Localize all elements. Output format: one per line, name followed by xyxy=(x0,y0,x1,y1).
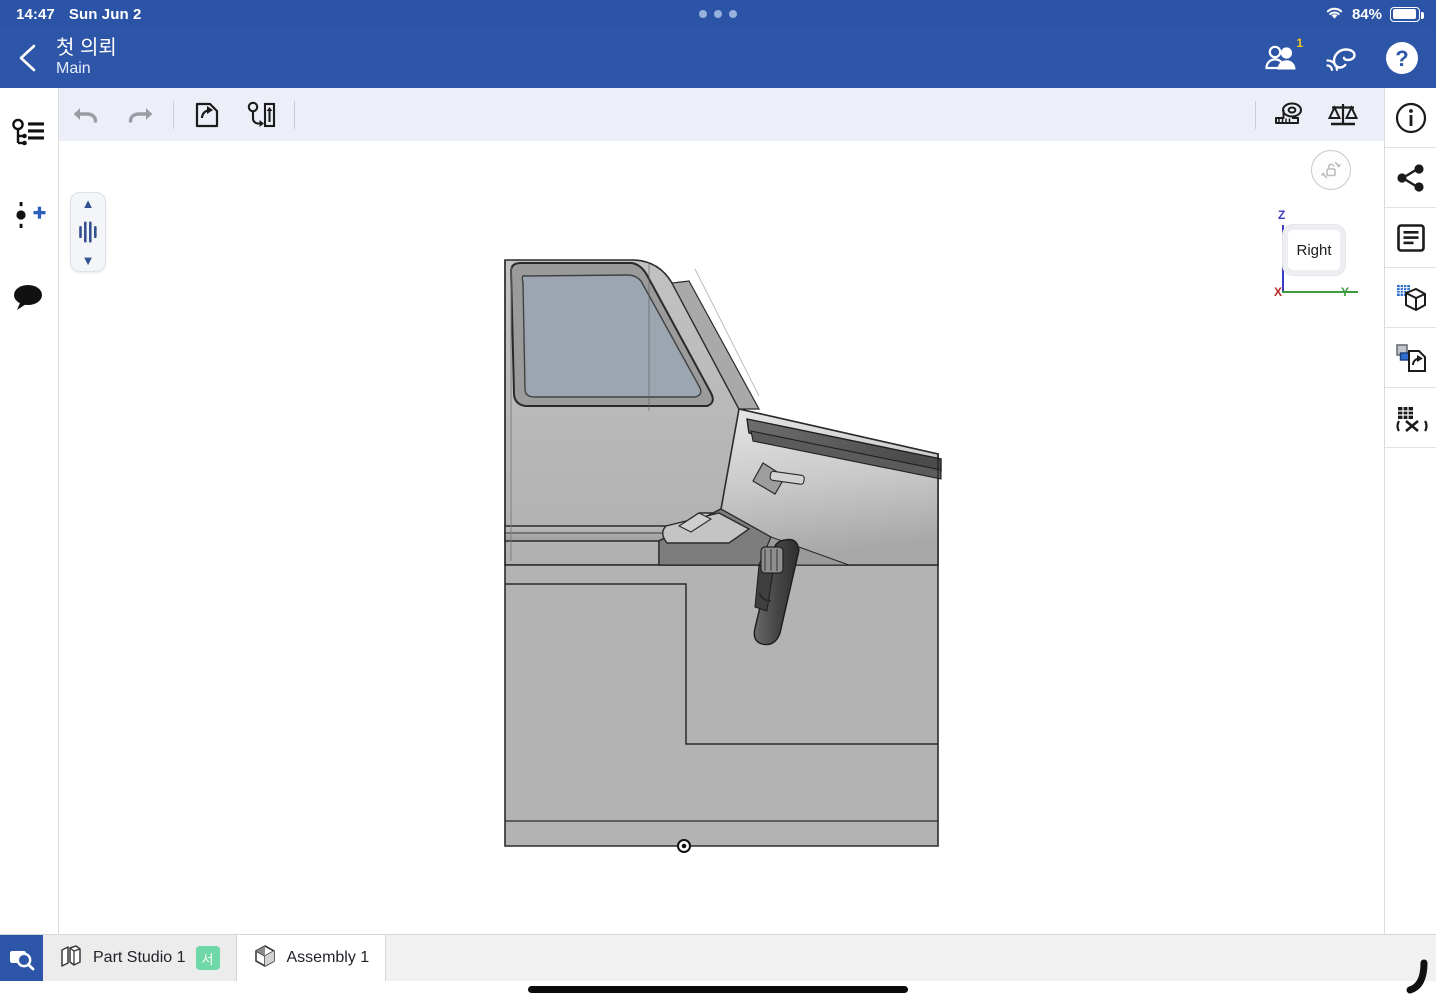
battery-percent-label: 84% xyxy=(1351,5,1382,23)
status-bar-left: 14:47 Sun Jun 2 xyxy=(0,6,141,23)
right-panel-rail xyxy=(1384,88,1436,934)
wifi-icon xyxy=(1325,5,1344,24)
tab-part-studio-1[interactable]: Part Studio 1 서 xyxy=(43,935,237,981)
document-header: 첫 의뢰 Main 1 ? xyxy=(0,28,1436,88)
back-button[interactable] xyxy=(0,28,56,88)
toolbar-divider xyxy=(294,100,295,129)
vehicle-cab-assembly[interactable] xyxy=(59,141,1384,934)
battery-icon xyxy=(1390,6,1424,22)
redo-icon xyxy=(128,107,152,123)
left-tool-rail xyxy=(0,88,59,934)
bottom-tab-bar: Part Studio 1 서 Assembly 1 xyxy=(0,934,1436,981)
sidebar-item-add-mate[interactable] xyxy=(5,192,53,238)
ios-status-bar: 14:47 Sun Jun 2 84% xyxy=(0,0,1436,28)
transform-button[interactable] xyxy=(234,88,288,141)
svg-text:?: ? xyxy=(1395,46,1408,71)
ime-language-badge: 서 xyxy=(195,946,220,970)
document-title: 첫 의뢰 xyxy=(56,37,117,60)
header-actions: 1 ? xyxy=(1262,36,1422,78)
multitasking-dot xyxy=(699,10,707,18)
share-icon xyxy=(1396,163,1424,192)
status-bar-right: 84% xyxy=(1325,5,1424,24)
export-copy-icon xyxy=(1395,343,1426,372)
multitasking-dots[interactable] xyxy=(699,10,737,18)
workspace-name: Main xyxy=(56,60,91,78)
assembly-cube-icon xyxy=(253,944,277,973)
help-icon: ? xyxy=(1386,42,1418,74)
status-bar-date: Sun Jun 2 xyxy=(68,5,142,23)
tab-label: Part Studio 1 xyxy=(93,949,186,966)
add-mate-icon xyxy=(16,202,46,228)
toolbar-right-group xyxy=(1249,88,1370,141)
back-chevron-icon xyxy=(19,44,36,72)
collaborators-badge: 1 xyxy=(1296,36,1303,50)
tab-label: Assembly 1 xyxy=(286,949,370,966)
follow-mode-icon xyxy=(1326,48,1356,71)
assembly-toolbar xyxy=(59,88,1384,141)
comments-icon xyxy=(14,285,42,310)
toolbar-divider xyxy=(173,100,174,129)
status-bar-time: 14:47 xyxy=(16,5,55,23)
multitasking-dot xyxy=(729,10,737,18)
home-indicator[interactable] xyxy=(528,986,908,993)
panel-item-bill-of-materials[interactable] xyxy=(1384,208,1436,268)
help-button[interactable]: ? xyxy=(1382,38,1422,78)
lower-body xyxy=(504,564,939,847)
panel-item-share[interactable] xyxy=(1384,148,1436,208)
undo-button[interactable] xyxy=(59,88,113,141)
insert-part-icon xyxy=(195,102,219,127)
follow-mode-button[interactable] xyxy=(1322,38,1362,78)
insert-part-button[interactable] xyxy=(180,88,234,141)
mass-properties-button[interactable] xyxy=(1316,88,1370,141)
part-studio-icon xyxy=(59,944,83,973)
multitasking-dot xyxy=(714,10,722,18)
steering-hub xyxy=(760,546,784,574)
transform-icon xyxy=(247,101,276,127)
toolbar-divider xyxy=(1255,100,1256,129)
appearance-cube-icon xyxy=(1396,284,1426,311)
collaborators-button[interactable]: 1 xyxy=(1262,36,1303,78)
feature-list-icon xyxy=(12,118,44,146)
measure-tape-icon xyxy=(1275,102,1302,124)
onshape-assembly-screen: 14:47 Sun Jun 2 84% 첫 의뢰 Main 1 ? ▲ ▼ Z … xyxy=(0,0,1436,1003)
mass-properties-icon xyxy=(1327,103,1359,125)
origin-point xyxy=(677,839,691,853)
tab-assembly-1[interactable]: Assembly 1 xyxy=(236,935,387,981)
stylus-cursor xyxy=(1406,959,1428,994)
search-tab-button[interactable] xyxy=(0,935,43,981)
sidebar-item-comments[interactable] xyxy=(5,274,53,320)
variables-table-icon xyxy=(1395,406,1428,432)
measure-button[interactable] xyxy=(1262,88,1316,141)
document-title-block[interactable]: 첫 의뢰 Main xyxy=(56,37,117,78)
panel-item-display-state[interactable] xyxy=(1384,268,1436,328)
panel-item-details[interactable] xyxy=(1384,88,1436,148)
graphics-canvas[interactable]: ▲ ▼ Z Y X Right xyxy=(59,141,1384,934)
undo-icon xyxy=(74,107,98,123)
bill-of-materials-icon xyxy=(1396,223,1425,252)
search-tab-icon xyxy=(9,951,34,971)
redo-button[interactable] xyxy=(113,88,167,141)
info-icon xyxy=(1395,102,1426,133)
sidebar-item-feature-list[interactable] xyxy=(5,110,53,156)
panel-item-export[interactable] xyxy=(1384,328,1436,388)
panel-item-variables[interactable] xyxy=(1384,388,1436,448)
